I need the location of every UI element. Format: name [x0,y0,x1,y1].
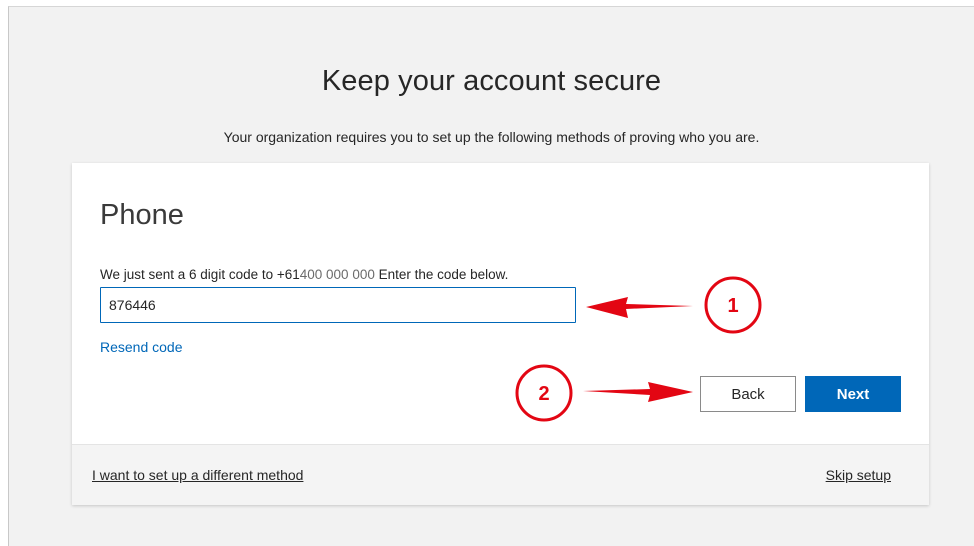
instruction-prefix: We just sent a 6 digit code to +61 [100,267,300,282]
page-title: Keep your account secure [321,65,662,97]
back-button[interactable]: Back [700,376,796,412]
method-title: Phone [100,199,184,231]
code-instruction: We just sent a 6 digit code to +61400 00… [100,267,508,282]
resend-code-link[interactable]: Resend code [100,339,183,355]
phone-number: 400 000 000 [299,267,375,282]
instruction-suffix: Enter the code below. [374,267,509,282]
next-button[interactable]: Next [805,376,901,412]
verification-code-input[interactable] [100,287,576,323]
card-footer: I want to set up a different method Skip… [72,444,929,505]
page-subtitle: Your organization requires you to set up… [223,129,760,145]
card-body: Phone We just sent a 6 digit code to +61… [72,163,929,444]
different-method-link[interactable]: I want to set up a different method [92,467,303,483]
skip-setup-link[interactable]: Skip setup [826,467,891,483]
setup-card: Phone We just sent a 6 digit code to +61… [72,163,929,505]
